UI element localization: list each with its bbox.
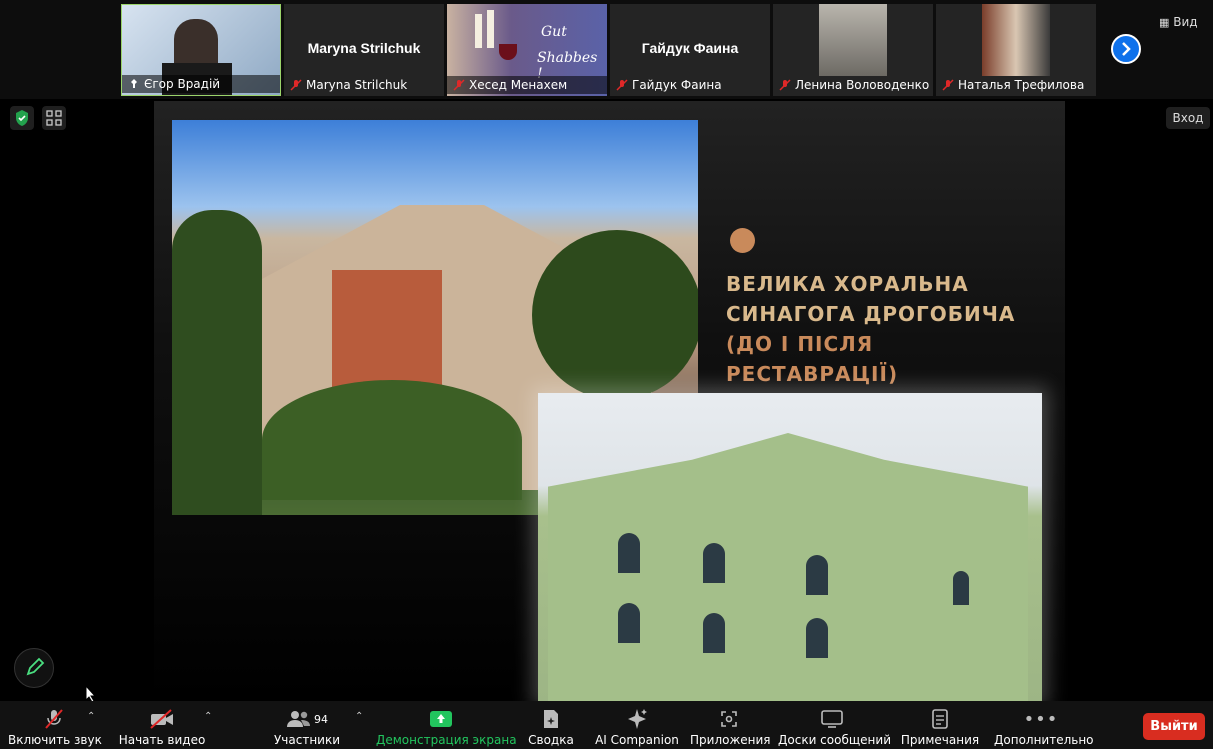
grid-view-icon: ▦ [1159, 16, 1170, 29]
slide-title-line-2: СИНАГОГА ДРОГОБИЧА [726, 302, 1016, 326]
sparkle-icon [628, 709, 647, 729]
enter-button[interactable]: Вход [1166, 107, 1210, 129]
slide-title-line-3: (ДО І ПІСЛЯ РЕСТАВРАЦІЇ) [726, 332, 899, 386]
slide-title-line-1: ВЕЛИКА ХОРАЛЬНА [726, 272, 969, 296]
pin-icon [128, 77, 140, 89]
window-shape [953, 571, 969, 605]
summary-button[interactable]: Сводка [524, 707, 578, 747]
participant-video [982, 4, 1050, 76]
participant-name-5: Ленина Воловоденко [773, 76, 933, 94]
participant-name-6: Наталья Трефилова [936, 76, 1096, 94]
view-button[interactable]: ▦ Вид [1159, 12, 1205, 32]
mic-muted-icon [453, 78, 465, 91]
participant-tile-1[interactable]: Єгор Врадій [121, 4, 281, 96]
window-shape [618, 533, 640, 573]
window-shape [618, 603, 640, 643]
candle-shape [475, 14, 482, 48]
pencil-icon [26, 657, 45, 676]
start-video-button[interactable]: Начать видео [118, 707, 206, 747]
participant-name-3: Хесед Менахем [447, 76, 607, 94]
tree-shape [262, 380, 522, 500]
video-off-icon [150, 709, 173, 729]
image-caption-1: Gut [541, 24, 567, 40]
more-button[interactable]: ••• Дополнительно [994, 707, 1094, 748]
share-screen-icon [430, 711, 452, 727]
participant-tile-4[interactable]: Гайдук Фаина Гайдук Фаина [610, 4, 770, 96]
mic-muted-icon [779, 78, 791, 91]
window-shape [806, 555, 828, 595]
annotate-button[interactable] [14, 648, 54, 688]
participant-video [819, 4, 887, 76]
leave-button[interactable]: Выйти [1143, 713, 1205, 740]
share-screen-button[interactable]: Демонстрация экрана [376, 707, 517, 747]
participants-icon [287, 711, 310, 727]
ai-companion-button[interactable]: AI Companion [594, 707, 680, 747]
window-shape [703, 543, 725, 583]
whiteboards-button[interactable]: Доски сообщений [778, 707, 891, 747]
next-page-button[interactable] [1111, 34, 1141, 64]
more-dots-icon: ••• [1023, 708, 1059, 730]
wine-glass-shape [499, 44, 517, 60]
shared-slide: ВЕЛИКА ХОРАЛЬНА СИНАГОГА ДРОГОБИЧА (ДО І… [154, 101, 1065, 701]
participants-button[interactable]: 94 Участники [270, 707, 344, 747]
notes-button[interactable]: Примечания [900, 707, 980, 747]
chevron-right-icon [1122, 42, 1131, 56]
participant-display-name-2: Maryna Strilchuk [307, 40, 421, 56]
mic-muted-icon [942, 78, 954, 91]
tree-shape [172, 210, 262, 515]
participant-name-2: Maryna Strilchuk [284, 76, 444, 94]
mic-muted-icon [616, 78, 628, 91]
mic-muted-icon [45, 709, 63, 729]
participants-count: 94 [314, 712, 328, 726]
apps-button[interactable]: Приложения [690, 707, 771, 747]
window-shape [806, 618, 828, 658]
participant-tile-6[interactable]: Наталья Трефилова [936, 4, 1096, 96]
notes-icon [932, 709, 948, 729]
tree-shape [532, 230, 698, 400]
audio-options-caret[interactable]: ⌃ [87, 711, 95, 722]
window-shape [703, 613, 725, 653]
view-options-button[interactable] [42, 106, 66, 130]
security-shield-button[interactable] [10, 106, 34, 130]
participant-name-4: Гайдук Фаина [610, 76, 770, 94]
whiteboard-icon [821, 710, 843, 728]
participant-display-name-4: Гайдук Фаина [641, 40, 739, 56]
video-options-caret[interactable]: ⌃ [204, 711, 212, 722]
participant-name-1: Єгор Врадій [122, 75, 280, 93]
slide-title: ВЕЛИКА ХОРАЛЬНА СИНАГОГА ДРОГОБИЧА (ДО І… [726, 269, 1046, 389]
meeting-toolbar: Включить звук ⌃ Начать видео ⌃ 94 Участн… [0, 701, 1213, 749]
shield-icon [16, 110, 28, 126]
participant-tile-2[interactable]: Maryna Strilchuk Maryna Strilchuk [284, 4, 444, 96]
participant-tile-5[interactable]: Ленина Воловоденко [773, 4, 933, 96]
participants-options-caret[interactable]: ⌃ [355, 711, 363, 722]
mic-muted-icon [290, 78, 302, 91]
accent-dot [730, 228, 755, 253]
apps-icon [721, 711, 737, 727]
grid-icon [46, 110, 62, 126]
synagogue-after-photo [538, 393, 1042, 701]
summary-icon [544, 710, 558, 728]
participant-strip: Єгор Врадій Maryna Strilchuk Maryna Stri… [0, 0, 1213, 99]
participant-tile-3[interactable]: Gut Shabbes ! Хесед Менахем [447, 4, 607, 96]
candle-shape [487, 10, 494, 48]
